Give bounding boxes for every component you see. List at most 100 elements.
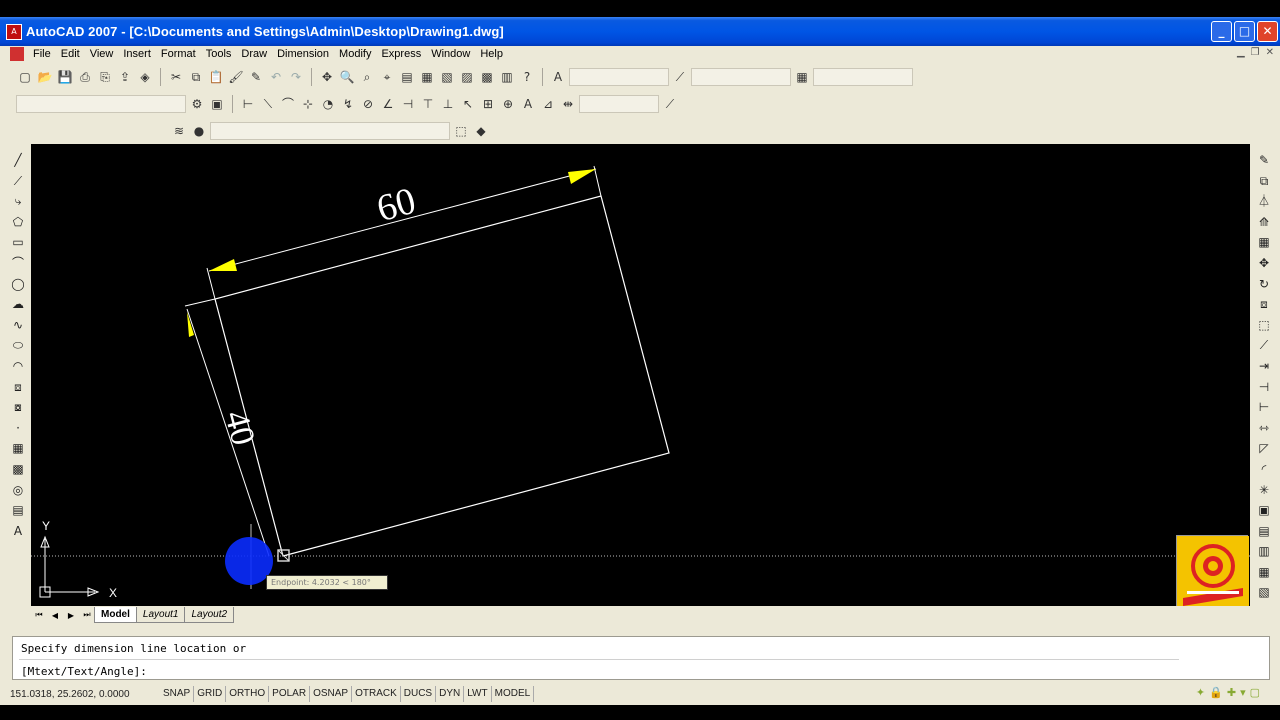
dyn-toggle[interactable]: DYN bbox=[436, 686, 465, 702]
snap-toggle[interactable]: SNAP bbox=[160, 686, 195, 702]
markup-icon[interactable]: ▩ bbox=[478, 68, 496, 86]
text-style-icon[interactable]: A bbox=[549, 68, 567, 86]
drawing-svg[interactable]: 60 40 Y X bbox=[31, 144, 1250, 606]
revision-cloud-icon[interactable]: ☁ bbox=[9, 296, 27, 314]
help-icon[interactable]: ? bbox=[518, 68, 536, 86]
layer-previous-icon[interactable]: ◆ bbox=[472, 122, 490, 140]
clean-screen-icon[interactable]: ▢ bbox=[1250, 686, 1260, 699]
document-icon[interactable] bbox=[10, 46, 24, 61]
arc-length-icon[interactable]: ⌒ bbox=[279, 95, 297, 113]
draw-order-icon[interactable]: ▣ bbox=[1255, 502, 1273, 520]
layer-tools-icon[interactable]: ▤ bbox=[1255, 523, 1273, 541]
block-editor-icon[interactable]: ✎ bbox=[247, 68, 265, 86]
grid-toggle[interactable]: GRID bbox=[194, 686, 227, 702]
offset-icon[interactable]: ⟰ bbox=[1255, 214, 1273, 232]
mirror-icon[interactable]: ⏃ bbox=[1255, 193, 1273, 211]
hatch-icon[interactable]: ▦ bbox=[9, 440, 27, 458]
command-prompt[interactable]: [Mtext/Text/Angle]: bbox=[21, 664, 147, 680]
save-icon[interactable]: 💾 bbox=[56, 68, 74, 86]
object-snap-icon[interactable]: ▥ bbox=[1255, 543, 1273, 561]
redo-icon[interactable]: ↷ bbox=[287, 68, 305, 86]
center-mark-icon[interactable]: ⊕ bbox=[499, 95, 517, 113]
erase-icon[interactable]: ✎ bbox=[1255, 152, 1273, 170]
drawing-canvas[interactable]: 60 40 Y X bbox=[31, 144, 1250, 606]
copy-icon[interactable]: ⧉ bbox=[187, 68, 205, 86]
menu-file[interactable]: File bbox=[28, 48, 56, 60]
plot-preview-icon[interactable]: ⎘ bbox=[96, 68, 114, 86]
text-style-combo[interactable] bbox=[569, 68, 669, 86]
open-icon[interactable]: 📂 bbox=[36, 68, 54, 86]
dim-edit-icon[interactable]: A bbox=[519, 95, 537, 113]
maximize-button[interactable]: □ bbox=[1234, 21, 1255, 42]
doc-restore-icon[interactable]: ❐ bbox=[1251, 47, 1260, 58]
layer-combo[interactable] bbox=[210, 122, 450, 140]
match-properties-icon[interactable]: 🖌 bbox=[227, 68, 245, 86]
new-icon[interactable]: ▢ bbox=[16, 68, 34, 86]
multiline-text-icon[interactable]: A bbox=[9, 523, 27, 541]
communication-center-icon[interactable]: ✦ bbox=[1196, 686, 1205, 699]
quick-leader-icon[interactable]: ↖ bbox=[459, 95, 477, 113]
tab-layout1[interactable]: Layout1 bbox=[135, 607, 186, 623]
doc-minimize-icon[interactable]: ▁ bbox=[1237, 47, 1245, 58]
scale-icon[interactable]: ⧈ bbox=[1255, 296, 1273, 314]
make-object-layer-current-icon[interactable]: ⬚ bbox=[452, 122, 470, 140]
dimension-text-60[interactable]: 60 bbox=[372, 180, 420, 230]
quick-select-icon[interactable]: ▧ bbox=[1255, 584, 1273, 602]
break-at-point-icon[interactable]: ⊣ bbox=[1255, 379, 1273, 397]
gradient-icon[interactable]: ▩ bbox=[9, 461, 27, 479]
menu-help[interactable]: Help bbox=[475, 48, 508, 60]
table-icon[interactable]: ▤ bbox=[9, 502, 27, 520]
make-block-icon[interactable]: ⧇ bbox=[9, 399, 27, 417]
region-icon[interactable]: ◎ bbox=[9, 482, 27, 500]
previous-tab-icon[interactable]: ◀ bbox=[47, 611, 63, 620]
dim-update-icon[interactable]: ⇹ bbox=[559, 95, 577, 113]
zoom-realtime-icon[interactable]: 🔍 bbox=[338, 68, 356, 86]
ellipse-icon[interactable]: ⬭ bbox=[9, 337, 27, 355]
ordinate-dim-icon[interactable]: ⊹ bbox=[299, 95, 317, 113]
trusted-icon[interactable]: ✚ bbox=[1227, 686, 1236, 699]
pan-icon[interactable]: ✥ bbox=[318, 68, 336, 86]
dim-style-icon[interactable]: ⟋ bbox=[671, 68, 689, 86]
dimension-style-icon[interactable]: ⟋ bbox=[661, 95, 679, 113]
chamfer-icon[interactable]: ◸ bbox=[1255, 440, 1273, 458]
circle-icon[interactable]: ◯ bbox=[9, 276, 27, 294]
stretch-icon[interactable]: ⬚ bbox=[1255, 317, 1273, 335]
lock-icon[interactable]: 🔒 bbox=[1209, 686, 1223, 699]
diameter-dim-icon[interactable]: ⊘ bbox=[359, 95, 377, 113]
lwt-toggle[interactable]: LWT bbox=[464, 686, 492, 702]
menu-express[interactable]: Express bbox=[376, 48, 426, 60]
title-bar[interactable]: A AutoCAD 2007 - [C:\Documents and Setti… bbox=[0, 17, 1280, 46]
menu-draw[interactable]: Draw bbox=[236, 48, 272, 60]
rectangle-icon[interactable]: ▭ bbox=[9, 234, 27, 252]
command-line[interactable]: Specify dimension line location or [Mtex… bbox=[12, 636, 1270, 680]
design-center-icon[interactable]: ▦ bbox=[418, 68, 436, 86]
close-button[interactable]: ✕ bbox=[1257, 21, 1278, 42]
move-icon[interactable]: ✥ bbox=[1255, 255, 1273, 273]
linear-dim-icon[interactable]: ⊢ bbox=[239, 95, 257, 113]
osnap-toggle[interactable]: OSNAP bbox=[310, 686, 353, 702]
layer-state-icon[interactable]: ● bbox=[190, 122, 208, 140]
menu-tools[interactable]: Tools bbox=[201, 48, 237, 60]
sheet-set-icon[interactable]: ▨ bbox=[458, 68, 476, 86]
properties-icon[interactable]: ▤ bbox=[398, 68, 416, 86]
arc-icon[interactable]: ⌒ bbox=[9, 255, 27, 273]
continue-dim-icon[interactable]: ⊥ bbox=[439, 95, 457, 113]
array-icon[interactable]: ▦ bbox=[1255, 234, 1273, 252]
dim-style-combo[interactable] bbox=[691, 68, 791, 86]
dimension-text-40[interactable]: 40 bbox=[217, 407, 262, 449]
rotated-rectangle[interactable] bbox=[214, 195, 670, 557]
menu-window[interactable]: Window bbox=[426, 48, 475, 60]
tool-palettes-icon[interactable]: ▧ bbox=[438, 68, 456, 86]
angular-dim-icon[interactable]: ∠ bbox=[379, 95, 397, 113]
publish-icon[interactable]: ⇪ bbox=[116, 68, 134, 86]
explode-icon[interactable]: ✳ bbox=[1255, 482, 1273, 500]
aligned-dim-icon[interactable]: ⟍ bbox=[259, 95, 277, 113]
baseline-dim-icon[interactable]: ⊤ bbox=[419, 95, 437, 113]
ducs-toggle[interactable]: DUCS bbox=[401, 686, 437, 702]
spline-icon[interactable]: ∿ bbox=[9, 317, 27, 335]
layer-manager-icon[interactable]: ≋ bbox=[170, 122, 188, 140]
otrack-toggle[interactable]: OTRACK bbox=[352, 686, 401, 702]
undo-icon[interactable]: ↶ bbox=[267, 68, 285, 86]
dim-text-edit-icon[interactable]: ⊿ bbox=[539, 95, 557, 113]
first-tab-icon[interactable]: ⏮ bbox=[31, 610, 47, 620]
